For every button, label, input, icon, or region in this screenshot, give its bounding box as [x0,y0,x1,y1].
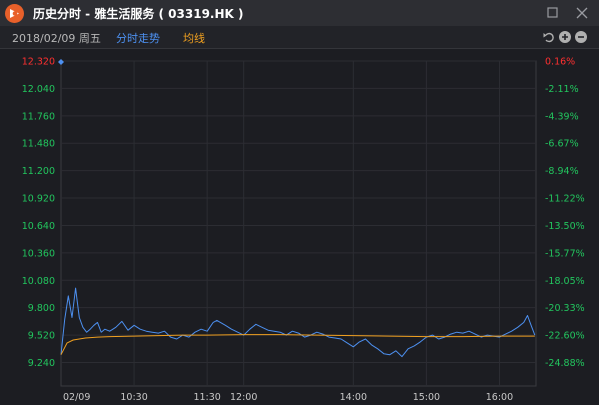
percent-tick-label: -11.22% [545,194,585,205]
zoom-out-icon[interactable] [574,29,588,43]
percent-tick-label: -18.05% [545,276,585,287]
percent-tick-label: -22.60% [545,331,585,342]
price-tick-label: 10.080 [22,276,55,287]
percent-tick-label: -15.77% [545,248,585,259]
price-tick-label: 11.200 [22,166,55,177]
percent-tick-label: -24.88% [545,358,585,369]
percent-tick-label: -8.94% [545,166,579,177]
price-tick-label: 12.040 [22,84,55,95]
price-tick-label: 10.640 [22,221,55,232]
date-label: 2018/02/09 周五 [12,32,101,45]
time-tick-label: 12:00 [230,392,257,403]
tab-intraday[interactable]: 分时走势 [116,30,160,46]
plot-area [60,60,537,387]
price-tick-label: 9.800 [28,303,55,314]
time-tick-label: 14:00 [340,392,367,403]
close-icon[interactable] [573,4,591,22]
window-title: 历史分时 - 雅生活服务 ( 03319.HK ) [33,7,244,21]
percent-tick-label: -13.50% [545,221,585,232]
time-tick-label: 16:00 [486,392,513,403]
price-tick-label: 10.920 [22,194,55,205]
app-logo-icon [5,4,24,23]
zoom-in-icon[interactable] [558,29,572,43]
maximize-icon[interactable] [544,4,562,22]
percent-tick-label: -6.67% [545,139,579,150]
price-tick-label: 12.320 [22,57,55,68]
undo-icon[interactable] [542,29,556,43]
percent-tick-label: -20.33% [545,303,585,314]
percent-tick-label: -4.39% [545,111,579,122]
title-bar: 历史分时 - 雅生活服务 ( 03319.HK ) [0,0,599,26]
time-tick-label: 10:30 [120,392,147,403]
price-tick-label: 9.240 [28,358,55,369]
time-tick-label: 11:30 [193,392,220,403]
price-tick-label: 11.480 [22,139,55,150]
price-tick-label: 10.360 [22,248,55,259]
chart-toolbar: 2018/02/09 周五 分时走势 均线 [0,26,599,49]
price-tick-label: 9.520 [28,331,55,342]
time-tick-label: 15:00 [413,392,440,403]
percent-tick-label: 0.16% [545,57,575,68]
time-tick-label: 02/09 [63,392,90,403]
percent-tick-label: -2.11% [545,84,579,95]
price-tick-label: 11.760 [22,111,55,122]
intraday-chart: 12.320 0.16% 12.040 -2.11% 11.760 -4.39% 11.48… [22,57,585,404]
tab-average-line[interactable]: 均线 [183,30,205,46]
